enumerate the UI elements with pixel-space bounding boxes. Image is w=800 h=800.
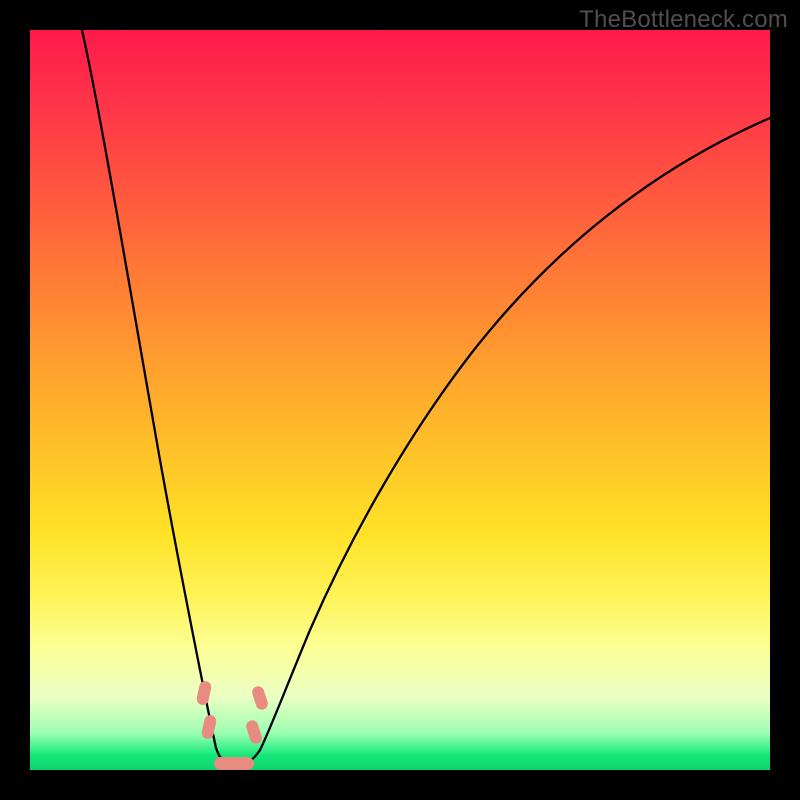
marker-right-upper — [251, 685, 270, 712]
curve-left-arm — [82, 30, 216, 748]
marker-bottom — [214, 757, 254, 770]
chart-plot-area — [30, 30, 770, 770]
marker-left-lower — [201, 714, 218, 740]
marker-left-upper — [196, 680, 213, 706]
outer-frame: TheBottleneck.com — [0, 0, 800, 800]
chart-svg — [30, 30, 770, 770]
marker-right-lower — [245, 719, 264, 746]
curve-right-arm — [260, 118, 770, 750]
